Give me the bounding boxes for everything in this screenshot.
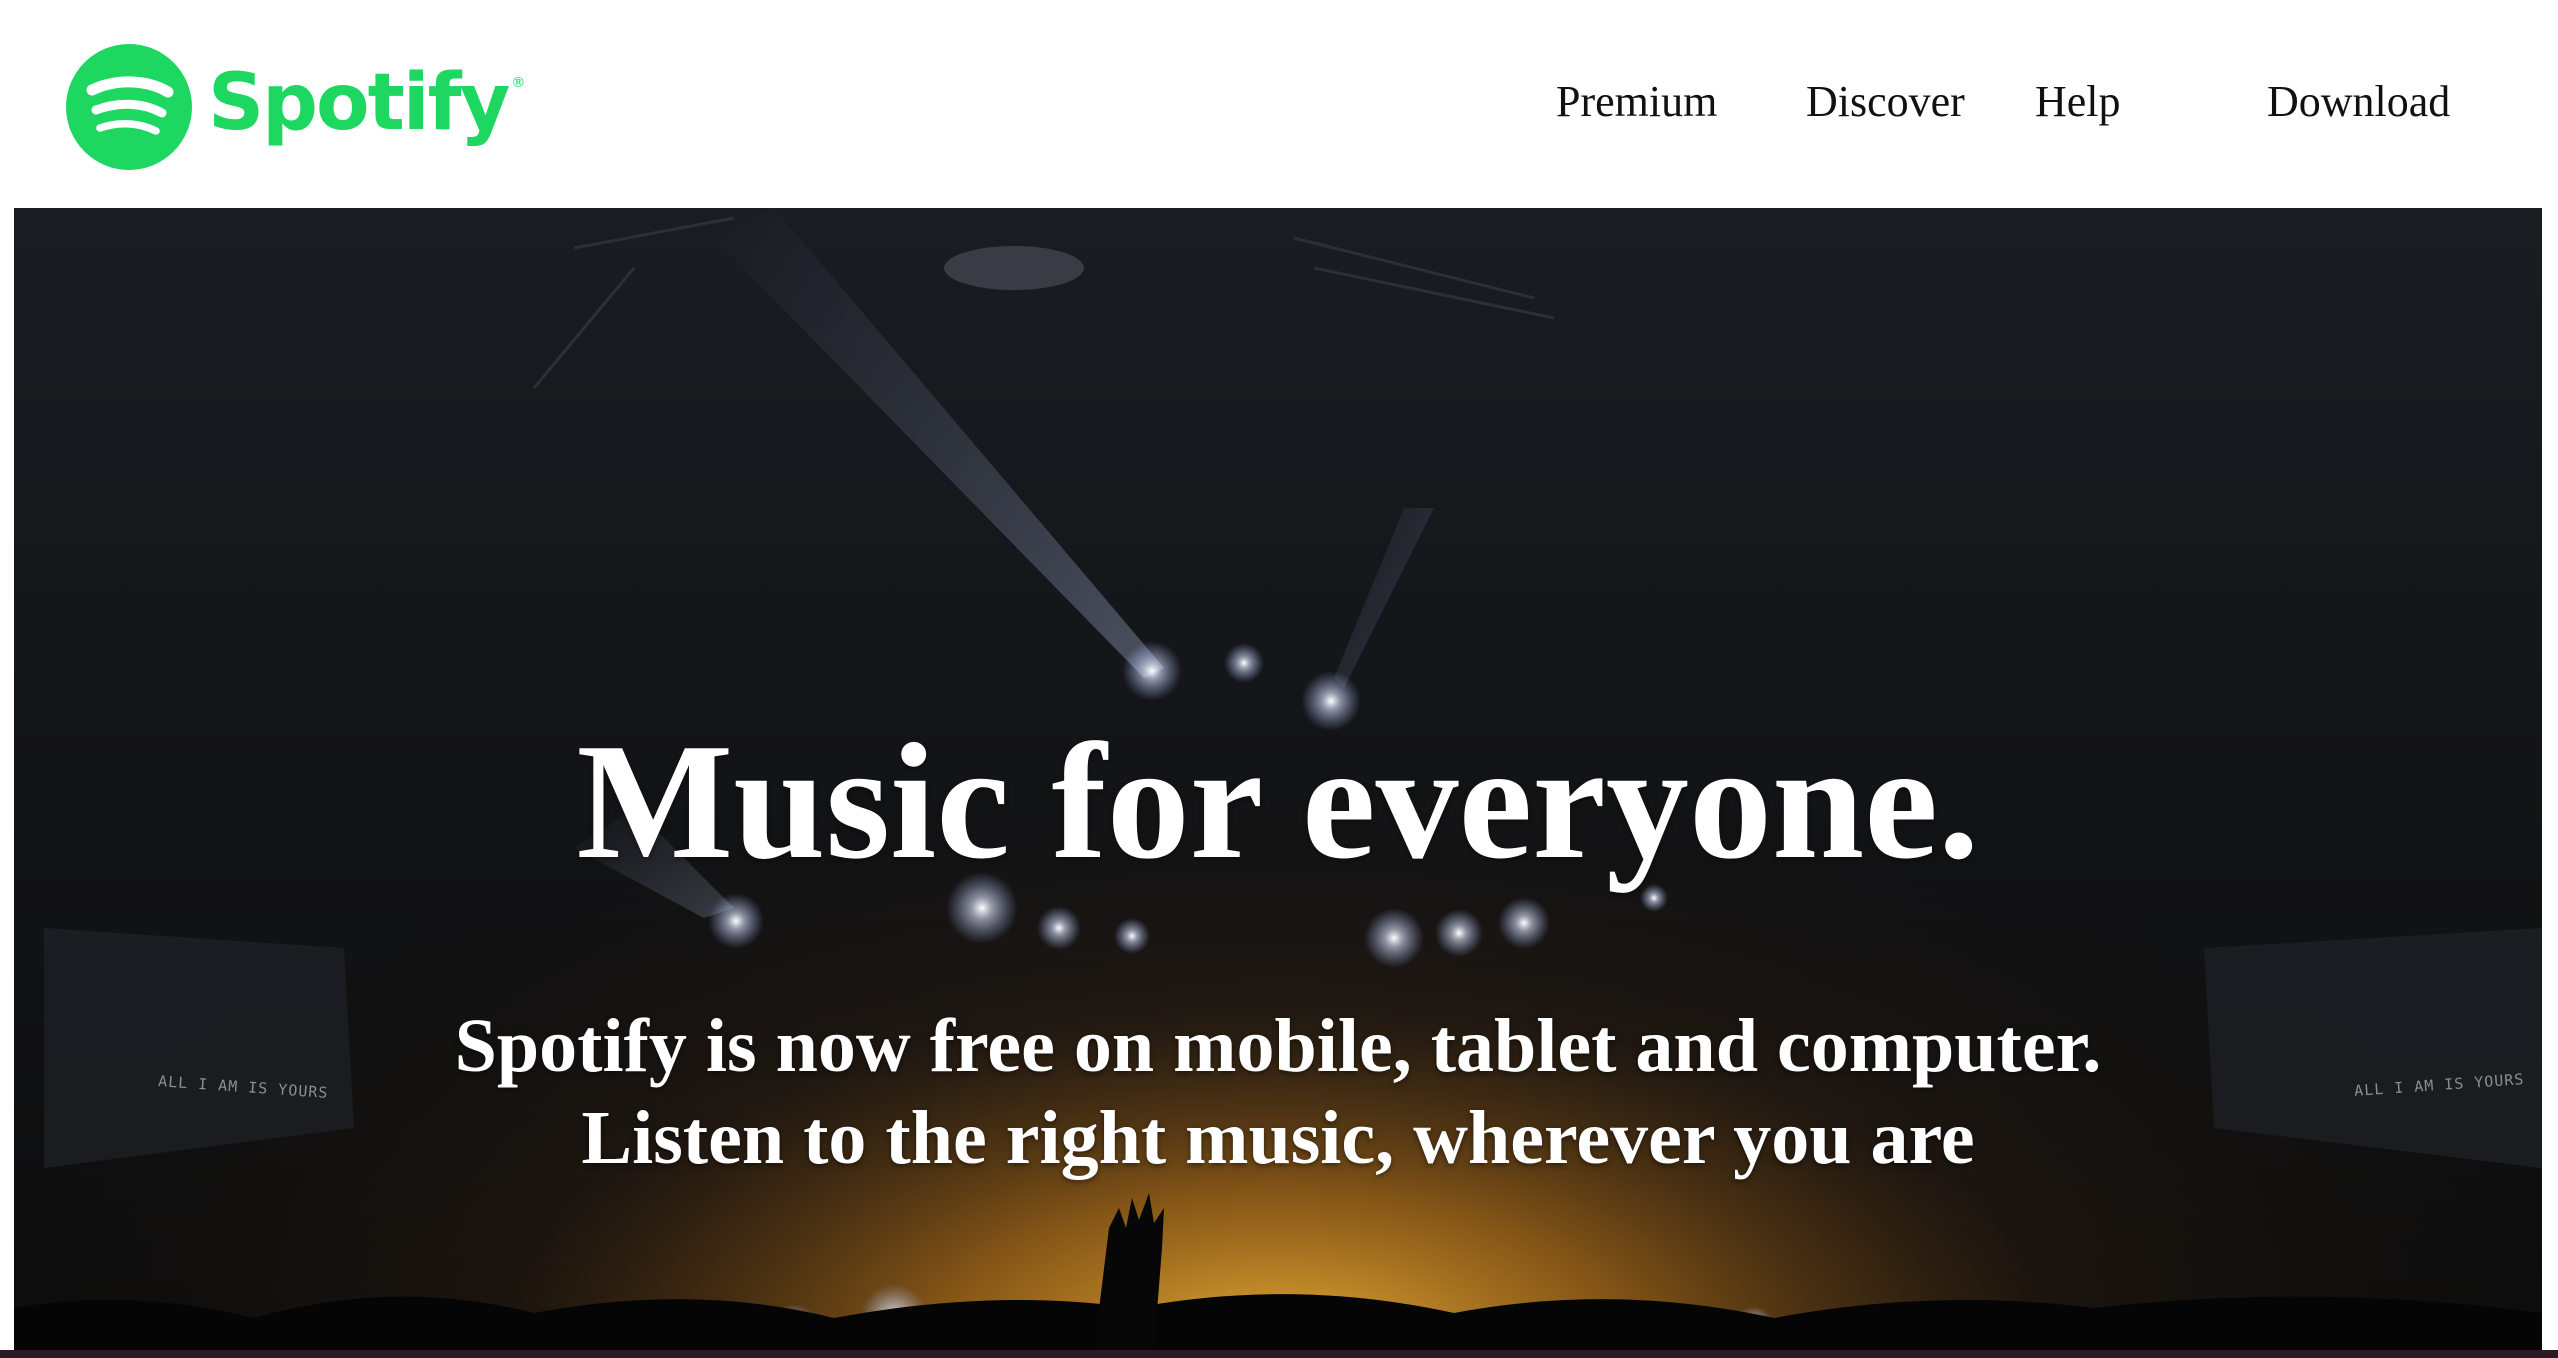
hero-title: Music for everyone. [576,709,1980,893]
hero-banner: ALL I AM IS YOURS ALL I AM IS YOURS Musi… [14,208,2542,1350]
nav-item-help[interactable]: Help [2035,72,2121,132]
registered-mark: ® [511,75,526,91]
hero-subtitle-line-2: Listen to the right music, wherever you … [581,1096,1975,1180]
site-header: Spotify ® Premium Discover Help Download [0,0,2558,208]
spotify-wordmark: Spotify [208,58,510,148]
spotify-logo-icon [66,44,192,170]
hero-subtitle: Spotify is now free on mobile, tablet an… [14,1000,2542,1184]
bottom-edge-strip [0,1350,2558,1358]
nav-item-premium[interactable]: Premium [1556,72,1717,132]
hero-subtitle-line-1: Spotify is now free on mobile, tablet an… [454,1004,2102,1088]
nav-item-download[interactable]: Download [2267,72,2450,132]
spotify-logo-link[interactable]: Spotify ® [66,44,525,170]
nav-item-discover[interactable]: Discover [1806,72,1965,132]
